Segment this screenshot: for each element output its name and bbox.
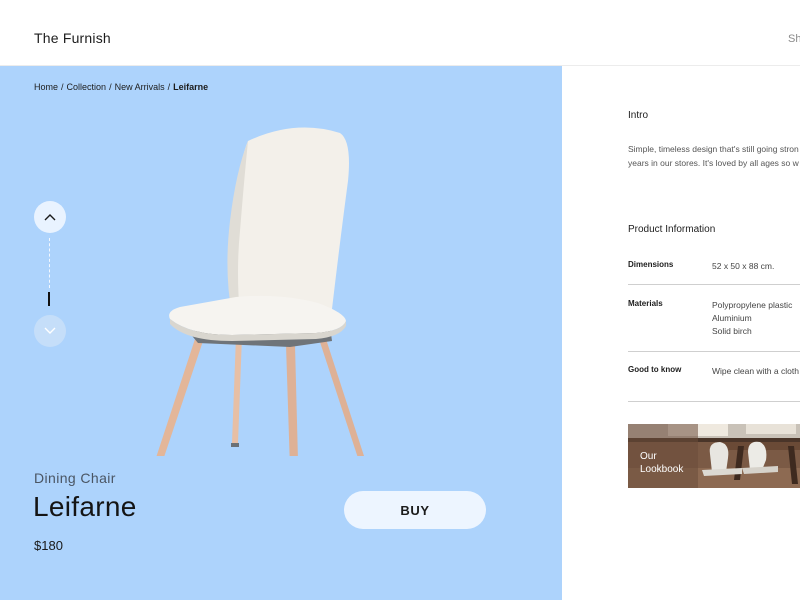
chair-leg: [286, 345, 298, 456]
product-information-heading: Product Information: [628, 224, 716, 235]
intro-text: Simple, timeless design that's still goi…: [628, 142, 800, 170]
spec-value: 52 x 50 x 88 cm.: [712, 260, 774, 273]
chevron-up-icon: [44, 214, 56, 221]
gallery-prev-button[interactable]: [34, 201, 66, 233]
product-price: $180: [34, 538, 63, 553]
intro-line: Simple, timeless design that's still goi…: [628, 144, 799, 154]
breadcrumb-collection[interactable]: Collection: [67, 82, 107, 92]
spec-row-dimensions: Dimensions 52 x 50 x 88 cm.: [628, 260, 800, 285]
product-category: Dining Chair: [34, 470, 116, 486]
spec-value-line: Solid birch: [712, 326, 752, 336]
gallery-progress-indicator: [48, 292, 50, 306]
breadcrumb: Home / Collection / New Arrivals / Leifarne: [34, 82, 208, 92]
spec-value: Wipe clean with a cloth: [712, 365, 799, 378]
spec-value-line: 52 x 50 x 88 cm.: [712, 261, 775, 271]
spec-key: Dimensions: [628, 260, 674, 269]
lookbook-card[interactable]: Our Lookbook: [628, 424, 800, 488]
product-hero: Home / Collection / New Arrivals / Leifarne D: [0, 66, 562, 600]
lookbook-label: Our Lookbook: [640, 450, 683, 476]
spec-key: Good to know: [628, 365, 682, 374]
gallery-next-button[interactable]: [34, 315, 66, 347]
brand-logo[interactable]: The Furnish: [34, 30, 111, 46]
chair-leg: [156, 339, 203, 456]
breadcrumb-separator: /: [167, 82, 171, 92]
product-image-chair: [156, 127, 364, 456]
product-name: Leifarne: [33, 491, 137, 522]
chair-back: [232, 127, 349, 317]
lookbook-label-line: Lookbook: [640, 464, 684, 475]
breadcrumb-home[interactable]: Home: [34, 82, 58, 92]
breadcrumb-new-arrivals[interactable]: New Arrivals: [115, 82, 165, 92]
lookbook-label-line: Our: [640, 451, 657, 462]
spec-row-good-to-know: Good to know Wipe clean with a cloth: [628, 365, 800, 402]
spec-row-materials: Materials Polypropylene plastic Aluminiu…: [628, 299, 800, 352]
spec-value-line: Polypropylene plastic: [712, 300, 793, 310]
site-header: The Furnish Sh: [0, 0, 800, 66]
spec-value: Polypropylene plastic Aluminium Solid bi…: [712, 299, 792, 338]
spec-value-line: Aluminium: [712, 313, 752, 323]
intro-line: years in our stores. It's loved by all a…: [628, 158, 799, 168]
breadcrumb-separator: /: [109, 82, 112, 92]
spec-value-line: Wipe clean with a cloth: [712, 366, 799, 376]
spec-key: Materials: [628, 299, 663, 308]
chair-leg: [318, 336, 364, 456]
chevron-down-icon: [44, 327, 56, 334]
chair-leg: [232, 336, 242, 443]
gallery-progress-track: [49, 238, 50, 288]
product-details: Intro Simple, timeless design that's sti…: [562, 66, 800, 600]
buy-button[interactable]: BUY: [344, 491, 486, 529]
breadcrumb-separator: /: [61, 82, 64, 92]
breadcrumb-current: Leifarne: [173, 82, 209, 92]
nav-link-shop[interactable]: Sh: [788, 33, 800, 45]
intro-heading: Intro: [628, 110, 649, 121]
